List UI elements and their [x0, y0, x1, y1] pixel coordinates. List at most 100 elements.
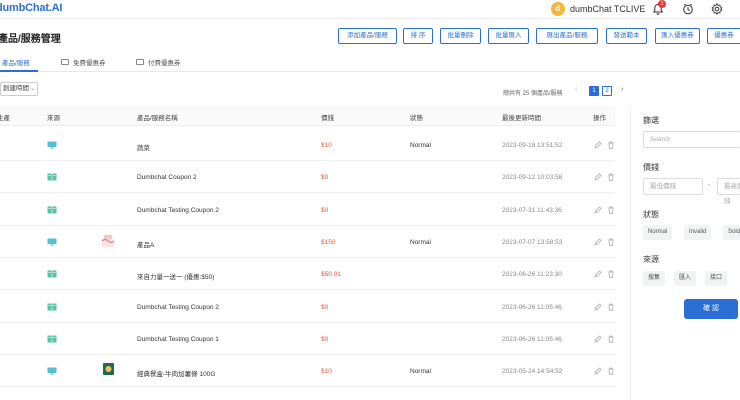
product-price: $10	[321, 142, 332, 149]
status-label: 狀態	[643, 210, 659, 219]
tab-products[interactable]: 產品/服務	[2, 57, 30, 67]
trash-icon[interactable]	[607, 238, 615, 246]
batch-delete-button[interactable]: 批量刪除	[440, 28, 481, 44]
edit-icon[interactable]	[594, 302, 602, 311]
product-name[interactable]: Dumbchat Coupon 2	[137, 174, 197, 181]
book-icon	[47, 335, 57, 343]
row-actions	[594, 335, 615, 343]
product-thumbnail	[101, 234, 115, 247]
table-header: 生產 來源 產品/服務名稱 價錢 狀態 最後更新時間 操作	[0, 106, 615, 126]
trash-icon[interactable]	[607, 335, 615, 343]
col-header: 狀態	[410, 115, 423, 122]
product-price: $0	[321, 206, 329, 214]
product-name[interactable]: 蔬菜	[137, 142, 150, 152]
export-products-button[interactable]: 匯出產品/服務	[536, 28, 598, 44]
edit-icon[interactable]	[594, 335, 602, 343]
monitor-icon	[47, 238, 57, 246]
import-coupons-button[interactable]: 匯入優惠券	[655, 28, 700, 44]
product-price: $0	[321, 335, 329, 343]
top-bar: dumbChat.AI d dumbChat TCLIVE 1	[0, 0, 740, 19]
active-tab-indicator	[0, 70, 38, 72]
source-chip-collect[interactable]: 搜集	[643, 271, 666, 286]
filter-confirm-button[interactable]: 確 認	[684, 299, 738, 319]
price-max-input[interactable]: 最高價錢	[717, 178, 740, 205]
row-actions	[594, 270, 615, 279]
next-page-icon[interactable]: ›	[621, 86, 623, 93]
table-row[interactable]: 經典餐盒-牛肉加薯條 100G $10 Normal 2023-05-24 14:54…	[0, 354, 615, 388]
col-header: 價錢	[321, 115, 334, 122]
product-thumbnail	[103, 363, 114, 376]
trash-icon[interactable]	[607, 141, 615, 149]
product-name[interactable]: Dumbchat Testing Coupon 2	[137, 207, 219, 214]
status-chip-sold[interactable]: Sold	[723, 225, 740, 240]
product-price: $10	[321, 368, 332, 376]
send-template-button[interactable]: 發送範本	[606, 28, 647, 44]
sort-button[interactable]: 排 序	[403, 28, 433, 44]
edit-icon[interactable]	[594, 141, 602, 149]
monitor-icon	[47, 367, 57, 375]
edit-icon[interactable]	[594, 206, 602, 214]
sort-select-value: 創建時間	[3, 85, 29, 92]
edit-icon[interactable]	[594, 367, 602, 375]
trash-icon[interactable]	[607, 367, 615, 375]
source-chip-api[interactable]: 接口	[705, 271, 728, 286]
col-header: 操作	[593, 115, 606, 122]
status-chip-invalid[interactable]: Invalid	[684, 225, 712, 240]
batch-import-button[interactable]: 批量匯入	[488, 28, 529, 44]
user-name: dumbChat TCLIVE	[570, 4, 646, 14]
table-row[interactable]: 來自力量一送一 (優惠:$50) $50.01 2023-06-26 11:23:3…	[0, 257, 615, 291]
sort-select[interactable]: 創建時間 ⌄	[0, 82, 38, 96]
updated-time: 2023-09-18 13:51:52	[502, 142, 563, 149]
chevron-down-icon: ⌄	[29, 86, 35, 92]
book-icon	[47, 206, 57, 214]
edit-icon[interactable]	[594, 270, 602, 278]
table-row[interactable]: 產品A $150 Normal 2023-07-07 13:58:53	[0, 225, 615, 258]
total-count: 總共有 25 個產品/服務	[503, 91, 563, 97]
tab-free-coupons[interactable]: 免費優惠券	[61, 57, 106, 67]
product-name[interactable]: 經典餐盒-牛肉加薯條 100G	[137, 368, 215, 378]
table-row[interactable]: Dumbchat Coupon 2 $0 2023-09-12 10:03:58	[0, 160, 615, 194]
product-name[interactable]: 來自力量一送一 (優惠:$50)	[137, 271, 214, 281]
product-name[interactable]: Dumbchat Testing Coupon 2	[137, 304, 219, 311]
status-chip-normal[interactable]: Normal	[643, 225, 673, 240]
table-row[interactable]: Dumbchat Testing Coupon 2 $0 2023-07-31 11…	[0, 193, 615, 226]
tab-paid-coupons[interactable]: 付費優惠券	[136, 57, 181, 67]
tab-label: 付費優惠券	[148, 60, 181, 67]
trash-icon[interactable]	[607, 303, 615, 311]
page-1-button[interactable]: 1	[589, 86, 599, 96]
table-row[interactable]: 蔬菜 $10 Normal 2023-09-18 13:51:52	[0, 128, 615, 161]
edit-icon[interactable]	[594, 238, 602, 246]
app-logo[interactable]: dumbChat.AI	[0, 2, 62, 14]
price-min-input[interactable]: 最低價錢	[643, 178, 703, 195]
book-icon	[47, 303, 57, 310]
gear-icon[interactable]	[711, 3, 723, 15]
product-name[interactable]: 產品A	[137, 239, 154, 249]
page-title: 產品/服務管理	[0, 34, 61, 45]
row-actions	[594, 206, 615, 214]
add-product-button[interactable]: 添加產品/服務	[338, 28, 397, 44]
source-chip-import[interactable]: 匯入	[674, 271, 697, 286]
trash-icon[interactable]	[607, 173, 615, 182]
row-actions	[594, 141, 615, 149]
table-row[interactable]: Dumbchat Testing Coupon 2 $0 2023-06-26 11…	[0, 290, 615, 323]
row-actions	[594, 173, 615, 182]
clock-icon[interactable]	[682, 3, 694, 15]
product-price: $0	[321, 303, 329, 311]
trash-icon[interactable]	[607, 270, 615, 279]
tab-bar: 產品/服務 免費優惠券 付費優惠券	[0, 52, 740, 72]
page-2-button[interactable]: 2	[602, 86, 612, 96]
product-price: $150	[321, 238, 336, 246]
trash-icon[interactable]	[607, 206, 615, 214]
edit-icon[interactable]	[594, 173, 602, 181]
filter-search-input[interactable]: Search	[643, 131, 740, 148]
product-name[interactable]: Dumbchat Testing Coupon 1	[137, 336, 219, 343]
row-actions	[594, 367, 615, 375]
notification-badge: 1	[658, 0, 666, 8]
prev-page-icon[interactable]: ‹	[575, 86, 577, 93]
table-row[interactable]: Dumbchat Testing Coupon 1 $0 2023-06-26 11…	[0, 322, 615, 355]
user-menu[interactable]: d dumbChat TCLIVE	[551, 2, 645, 16]
source-label: 來源	[643, 255, 659, 264]
product-price: $50.01	[321, 271, 341, 279]
updated-time: 2023-06-26 11:23:30	[502, 271, 562, 279]
coupons-button[interactable]: 優惠券	[707, 28, 740, 44]
